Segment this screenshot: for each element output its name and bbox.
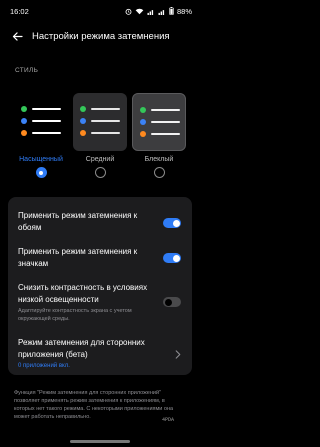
icons-setting[interactable]: Применить режим затемнения к значкам — [18, 246, 182, 270]
wallpaper-toggle[interactable] — [163, 218, 181, 228]
header: Настройки режима затемнения — [0, 26, 200, 46]
wallpaper-setting-title: Применить режим затемнения к обоям — [18, 211, 138, 232]
theme-card-faded[interactable] — [132, 93, 186, 151]
preview-line — [32, 107, 61, 111]
alarm-icon — [125, 8, 132, 15]
battery-percent: 88% — [176, 6, 192, 16]
third-party-setting-subtitle: 0 приложений вкл. — [18, 363, 70, 369]
blue-dot — [80, 118, 86, 124]
orange-dot — [80, 130, 86, 136]
radio-medium[interactable] — [94, 167, 106, 178]
blue-dot — [21, 118, 27, 124]
theme-labels: Насыщенный Средний Блеклый — [14, 156, 186, 163]
preview-line — [91, 131, 120, 135]
status-bar: 16:02 88% — [0, 0, 200, 22]
contrast-setting-subtitle: Адаптируйте контрастность экрана с учето… — [18, 308, 132, 322]
gesture-bar[interactable] — [70, 440, 130, 443]
watermark: 4PDA — [162, 417, 175, 423]
preview-line — [32, 131, 61, 135]
theme-options — [14, 93, 186, 151]
battery-icon — [169, 7, 174, 15]
radio-faded[interactable] — [153, 167, 165, 178]
green-dot — [80, 106, 86, 112]
contrast-toggle[interactable] — [163, 297, 181, 307]
third-party-setting-title: Режим затемнения для сторонних приложени… — [18, 338, 145, 359]
theme-radios — [14, 167, 186, 178]
icons-setting-title: Применить режим затемнения к значкам — [18, 247, 138, 268]
green-dot — [140, 107, 146, 113]
contrast-setting[interactable]: Снизить контрастность в условиях низкой … — [18, 282, 182, 323]
theme-label-medium: Средний — [85, 156, 115, 163]
radio-saturated[interactable] — [35, 167, 47, 178]
arrow-left-icon — [12, 31, 23, 41]
blue-dot — [140, 119, 146, 125]
wifi-icon — [135, 8, 144, 14]
preview-line — [32, 119, 61, 123]
orange-dot — [140, 131, 146, 137]
signal-icon — [147, 9, 154, 15]
theme-label-faded: Блеклый — [144, 156, 174, 163]
preview-line — [151, 120, 180, 124]
footnote: Функция "Режим затемнения для сторонних … — [14, 390, 174, 420]
preview-line — [151, 132, 180, 136]
chevron-right-icon — [175, 350, 181, 359]
status-time: 16:02 — [10, 6, 29, 16]
orange-dot — [21, 130, 27, 136]
page-title: Настройки режима затемнения — [32, 30, 170, 42]
theme-card-saturated[interactable] — [14, 93, 68, 151]
wallpaper-setting[interactable]: Применить режим затемнения к обоям — [18, 210, 182, 234]
third-party-setting[interactable]: Режим затемнения для сторонних приложени… — [18, 337, 182, 371]
preview-line — [91, 119, 120, 123]
status-icons: 88% — [125, 7, 192, 16]
back-button[interactable] — [6, 26, 28, 46]
preview-line — [151, 108, 180, 112]
preview-line — [91, 107, 120, 111]
style-section-label: СТИЛЬ — [15, 67, 39, 74]
icons-toggle[interactable] — [163, 253, 181, 263]
green-dot — [21, 106, 27, 112]
theme-card-medium[interactable] — [73, 93, 127, 151]
contrast-setting-title: Снизить контрастность в условиях низкой … — [18, 283, 148, 304]
theme-label-saturated: Насыщенный — [19, 156, 63, 163]
signal-2-icon — [158, 9, 165, 15]
settings-card: Применить режим затемнения к обоям Приме… — [8, 197, 192, 375]
